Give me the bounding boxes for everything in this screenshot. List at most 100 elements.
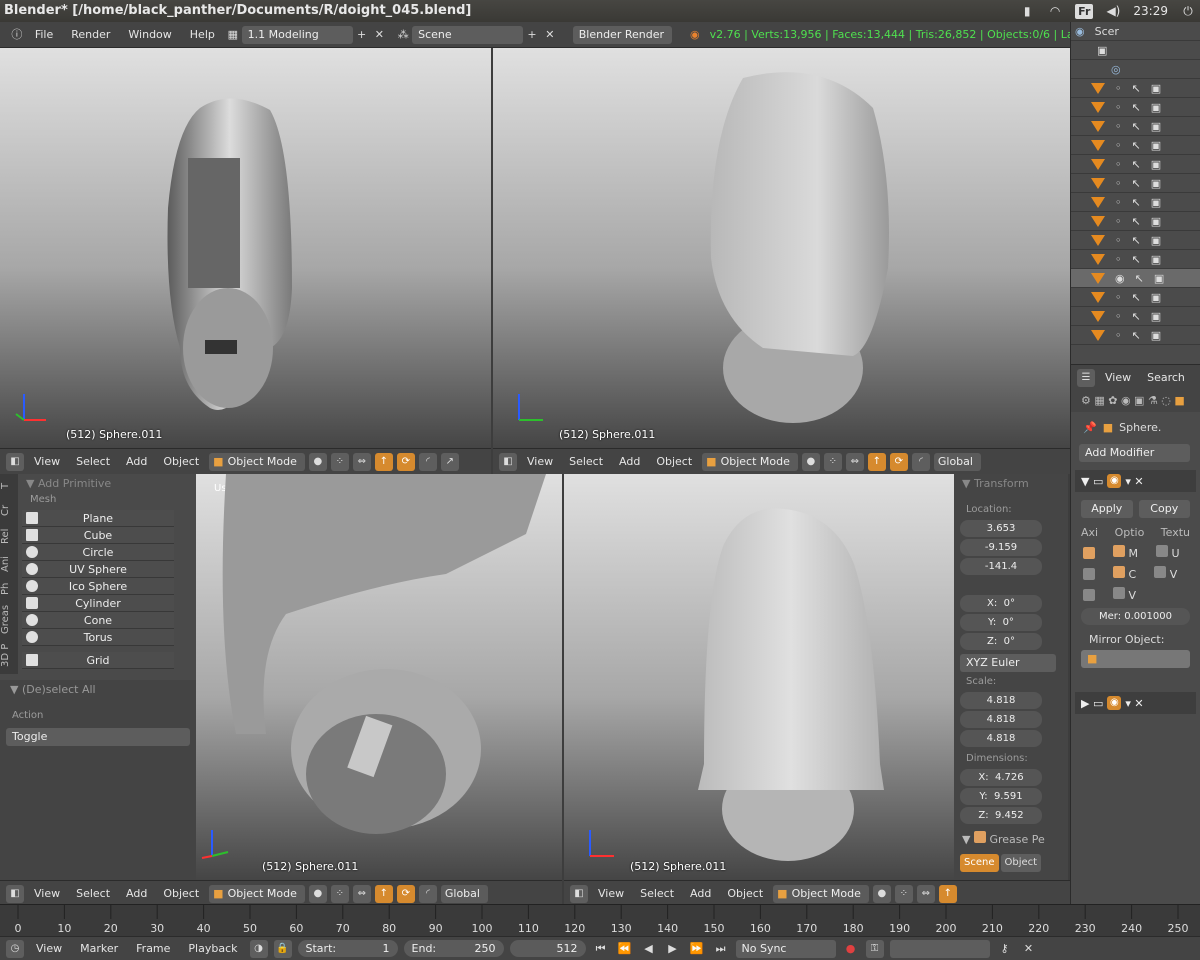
axis-y-checkbox[interactable] <box>1083 567 1095 580</box>
screen-layout-field[interactable]: 1.1 Modeling <box>241 25 353 44</box>
menu-view[interactable]: View <box>28 887 66 900</box>
menu-object[interactable]: Object <box>157 455 205 468</box>
editor-type-icon[interactable]: ◧ <box>6 452 24 471</box>
outliner-row[interactable]: ◎ <box>1071 60 1200 79</box>
timeline-menu-view[interactable]: View <box>30 942 68 955</box>
dimensions-y-field[interactable]: Y: 9.591 <box>960 788 1042 805</box>
lock-icon[interactable]: 🔒 <box>273 939 292 958</box>
tab-relations[interactable]: Rel <box>0 522 11 550</box>
keying-set-icon[interactable]: ⚿ <box>865 939 884 958</box>
play-icon[interactable]: ▶ <box>664 940 682 958</box>
editor-type-icon[interactable]: ◧ <box>570 884 588 903</box>
mode-select[interactable]: ■ Object Mode <box>702 452 798 471</box>
pivot-icon[interactable]: ⁘ <box>823 452 842 471</box>
delete-keyframe-icon[interactable]: ✕ <box>1020 940 1038 958</box>
mode-select[interactable]: ■ Object Mode <box>209 452 305 471</box>
menu-add[interactable]: Add <box>684 887 717 900</box>
menu-view[interactable]: View <box>521 455 559 468</box>
second-modifier-header[interactable]: ▶ ▭ ◉ ▾ ✕ <box>1075 692 1196 714</box>
timeline-menu-marker[interactable]: Marker <box>74 942 124 955</box>
menu-object[interactable]: Object <box>157 887 205 900</box>
editor-type-icon[interactable]: ◧ <box>499 452 517 471</box>
menu-select[interactable]: Select <box>563 455 609 468</box>
scale-y-field[interactable]: 4.818 <box>960 711 1042 728</box>
operator-panel-header[interactable]: ▼ (De)select All <box>0 680 196 700</box>
transform-orientation-icon[interactable]: ↗ <box>440 452 459 471</box>
outliner-object-row[interactable]: ◦ ↖ ▣ <box>1071 174 1200 193</box>
orientation-select[interactable]: Global <box>440 884 488 903</box>
clipping-option[interactable]: C <box>1113 566 1136 581</box>
merge-limit-field[interactable]: Mer: 0.001000 <box>1081 608 1190 625</box>
scale-icon[interactable]: ◜ <box>418 884 437 903</box>
shading-icon[interactable]: ● <box>308 884 327 903</box>
outliner-object-row[interactable]: ◦ ↖ ▣ <box>1071 136 1200 155</box>
tab-tools[interactable]: T <box>0 474 11 498</box>
add-circle-button[interactable]: Circle <box>22 544 174 561</box>
editor-type-icon[interactable]: ☰ <box>1077 368 1095 387</box>
outliner-object-row[interactable]: ◦ ↖ ▣ <box>1071 307 1200 326</box>
location-z-field[interactable]: -141.4 <box>960 558 1042 575</box>
mirror-object-field[interactable]: ■ <box>1081 650 1190 668</box>
rotation-y-field[interactable]: Y: 0° <box>960 614 1042 631</box>
menu-object[interactable]: Object <box>650 455 698 468</box>
menu-object[interactable]: Object <box>721 887 769 900</box>
sync-mode-select[interactable]: No Sync <box>735 939 836 958</box>
axis-x-checkbox[interactable] <box>1083 546 1095 559</box>
menu-add[interactable]: Add <box>120 455 153 468</box>
add-cube-button[interactable]: Cube <box>22 527 174 544</box>
rotate-icon[interactable]: ⟳ <box>889 452 908 471</box>
rotate-icon[interactable]: ⟳ <box>396 452 415 471</box>
add-cylinder-button[interactable]: Cylinder <box>22 595 174 612</box>
tab-create[interactable]: Cr <box>0 498 11 522</box>
add-grid-button[interactable]: Grid <box>22 652 174 669</box>
shading-icon[interactable]: ● <box>872 884 891 903</box>
power-icon[interactable]: ⏻ <box>1180 3 1196 19</box>
scene-icon[interactable]: ⁂ <box>394 26 412 44</box>
end-frame-field[interactable]: End: 250 <box>403 940 504 957</box>
grease-scene-tab[interactable]: Scene <box>960 854 999 872</box>
play-reverse-icon[interactable]: ◀ <box>640 940 658 958</box>
timeline-ruler[interactable]: 0 10 20 30 40 50 60 70 80 90 100 110 120 130 140 150 160… <box>0 904 1200 936</box>
add-cone-button[interactable]: Cone <box>22 612 174 629</box>
keyboard-layout-indicator[interactable]: Fr <box>1075 3 1094 19</box>
menu-add[interactable]: Add <box>120 887 153 900</box>
tab-animation[interactable]: Ani <box>0 550 11 578</box>
rotation-z-field[interactable]: Z: 0° <box>960 633 1042 650</box>
pivot-icon[interactable]: ⁘ <box>330 884 349 903</box>
location-x-field[interactable]: 3.653 <box>960 520 1042 537</box>
scale-icon[interactable]: ◜ <box>911 452 930 471</box>
translate-icon[interactable]: ↑ <box>938 884 957 903</box>
wifi-icon[interactable]: ◠ <box>1047 3 1063 19</box>
info-editor-icon[interactable]: ⓘ <box>8 26 26 44</box>
menu-window[interactable]: Window <box>119 28 180 41</box>
volume-icon[interactable]: ◀) <box>1105 3 1121 19</box>
outliner-object-row[interactable]: ◦ ↖ ▣ <box>1071 79 1200 98</box>
remove-scene-icon[interactable]: ✕ <box>541 26 559 44</box>
shading-icon[interactable]: ● <box>308 452 327 471</box>
translate-icon[interactable]: ↑ <box>374 884 393 903</box>
scale-x-field[interactable]: 4.818 <box>960 692 1042 709</box>
screen-layout-icon[interactable]: ▦ <box>224 26 242 44</box>
add-layout-icon[interactable]: + <box>353 26 371 44</box>
add-ico-sphere-button[interactable]: Ico Sphere <box>22 578 174 595</box>
timeline-menu-playback[interactable]: Playback <box>182 942 243 955</box>
viewport-top-left[interactable]: (512) Sphere.011 <box>0 48 491 448</box>
mirror-v-option[interactable]: V <box>1154 566 1177 581</box>
pivot-icon[interactable]: ⁘ <box>330 452 349 471</box>
shading-icon[interactable]: ● <box>801 452 820 471</box>
outliner-object-row[interactable]: ◦ ↖ ▣ <box>1071 231 1200 250</box>
menu-select[interactable]: Select <box>70 887 116 900</box>
rotation-x-field[interactable]: X: 0° <box>960 595 1042 612</box>
mode-select[interactable]: ■ Object Mode <box>209 884 305 903</box>
properties-context-tabs[interactable]: ⚙ ▦ ✿ ◉ ▣ ⚗ ◌ ■ <box>1071 390 1200 412</box>
menu-render[interactable]: Render <box>62 28 119 41</box>
menu-select[interactable]: Select <box>70 455 116 468</box>
jump-end-icon[interactable]: ⏭ <box>712 940 730 958</box>
tab-grease-pencil[interactable]: Greas <box>0 600 11 638</box>
pin-icon[interactable]: 📌 <box>1083 421 1097 434</box>
add-uv-sphere-button[interactable]: UV Sphere <box>22 561 174 578</box>
grease-pencil-panel-header[interactable]: ▼ Grease Pe <box>954 830 1068 850</box>
outliner-object-row[interactable]: ◦ ↖ ▣ <box>1071 117 1200 136</box>
outliner-object-row[interactable]: ◦ ↖ ▣ <box>1071 288 1200 307</box>
copy-modifier-button[interactable]: Copy <box>1138 500 1190 518</box>
